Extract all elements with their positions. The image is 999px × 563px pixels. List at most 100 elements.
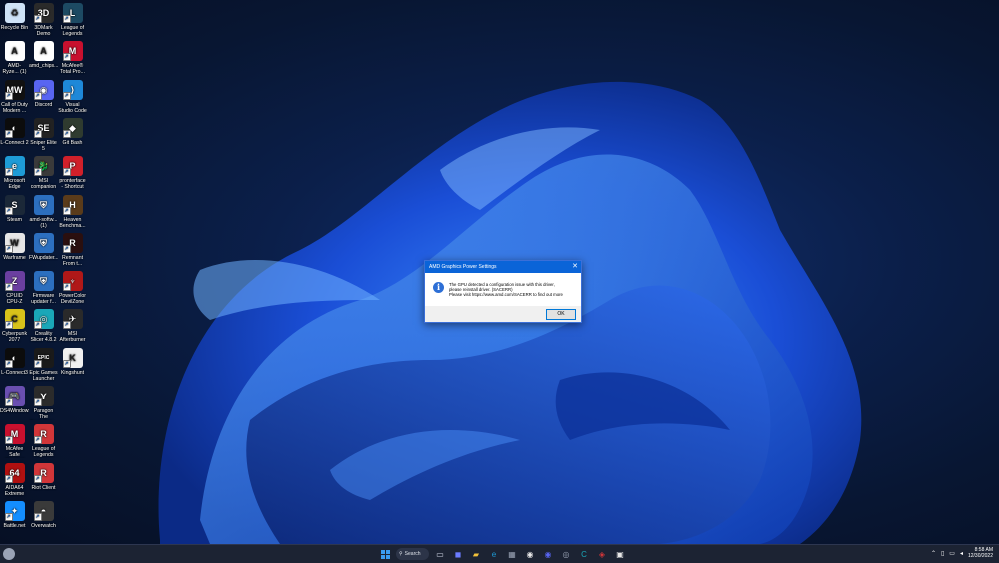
desktop-icon[interactable]: MW ↗ Call of Duty Modern ... <box>0 79 29 114</box>
weather-icon[interactable] <box>3 548 15 560</box>
desktop-icon-label: Riot Client <box>31 484 56 491</box>
desktop-icon[interactable]: ⟩ ↗ Visual Studio Code <box>58 79 87 114</box>
desktop-icon-label: Recycle Bin <box>0 25 29 31</box>
dialog-titlebar[interactable]: AMD Graphics Power Settings ✕ <box>425 261 581 273</box>
desktop-icon-label: L-Connect 2 <box>0 139 29 146</box>
shortcut-arrow-icon: ↗ <box>62 129 71 138</box>
shortcut-arrow-icon: ↗ <box>4 168 13 177</box>
desktop-icon-label: Heaven Benchma... <box>59 216 86 229</box>
mcafee-icon: M ↗ <box>4 424 25 445</box>
desktop-icon-label: pronterface - Shortcut <box>59 178 86 191</box>
search-label: Search <box>404 551 421 557</box>
message-line-3: Please visit https://www.amd.com/SACERR … <box>449 292 563 297</box>
remnant-icon: R ↗ <box>62 232 83 253</box>
desktop-icon[interactable]: Z ↗ CPUID CPU-Z <box>0 271 29 305</box>
desktop-icon[interactable]: ♆ ↗ PowerColor DevilZone <box>58 271 87 305</box>
desktop-icon-label: Paragon The Overprime... <box>33 408 54 420</box>
desktop-icon[interactable]: R ↗ League of Legends <box>29 424 58 458</box>
desktop-icon[interactable]: S ↗ Steam <box>0 194 29 223</box>
desktop-icon-label: Remnant From t... <box>61 254 84 267</box>
desktop-icon[interactable]: ⛨ FWupdater... <box>29 232 58 261</box>
windows-logo-icon <box>380 549 390 559</box>
system-tray: ⌃ ▯ ▭ ◂ 8:58 AM 12/30/2022 <box>931 547 993 559</box>
store-icon[interactable]: ▦ <box>505 547 519 561</box>
desktop-icon[interactable]: H ↗ Heaven Benchma... <box>58 194 87 229</box>
riot-icon: R ↗ <box>33 424 54 445</box>
file-explorer-icon[interactable]: ▰ <box>469 547 483 561</box>
ok-button[interactable]: OK <box>546 309 576 320</box>
aida64-icon: 64 ↗ <box>4 462 25 483</box>
desktop-icon[interactable]: e ↗ Microsoft Edge <box>0 156 29 190</box>
desktop-icon[interactable]: ◓ ↗ Overwatch <box>29 500 58 529</box>
start-button[interactable] <box>378 547 392 561</box>
desktop-icon[interactable]: R ↗ Riot Client <box>29 462 58 491</box>
desktop-icon[interactable]: R ↗ Remnant From t... <box>58 232 87 267</box>
vscode-icon: ⟩ ↗ <box>62 79 83 100</box>
shortcut-arrow-icon: ↗ <box>4 91 13 100</box>
desktop-icon-label: Warframe <box>3 254 26 261</box>
discord-icon[interactable]: ◉ <box>541 547 555 561</box>
desktop-icon[interactable]: P ↗ pronterface - Shortcut <box>58 156 87 190</box>
battery-icon[interactable]: ▯ <box>941 550 944 557</box>
clock[interactable]: 8:58 AM 12/30/2022 <box>968 547 993 559</box>
desktop-icon-label: Microsoft Edge <box>3 178 26 191</box>
shortcut-arrow-icon: ↗ <box>4 436 13 445</box>
heaven-icon: H ↗ <box>62 194 83 215</box>
desktop-icon[interactable]: L ↗ League of Legends <box>58 3 87 37</box>
desktop-icon[interactable]: ✈ ↗ MSI Afterburner <box>58 309 87 343</box>
desktop-icon[interactable]: A AMD-Ryze... (1) <box>0 41 29 75</box>
network-icon[interactable]: ▭ <box>949 550 955 557</box>
task-view-icon[interactable]: ▭ <box>433 547 447 561</box>
shortcut-arrow-icon: ↗ <box>62 359 71 368</box>
desktop-icon[interactable]: C ↗ Cyberpunk 2077 <box>0 309 29 343</box>
desktop-icon[interactable]: ◉ ↗ Discord <box>29 79 58 108</box>
desktop-icon[interactable]: ◎ ↗ Creality Slicer 4.8.2 <box>29 309 58 343</box>
chevron-up-icon[interactable]: ⌃ <box>931 550 936 557</box>
desktop-icon[interactable]: 🎮 ↗ DS4Windows <box>0 386 29 414</box>
outlook-icon[interactable]: ◎ <box>559 547 573 561</box>
desktop-icon-label: AIDA64 Extreme <box>4 484 25 497</box>
search-button[interactable]: ⚲ Search <box>396 548 429 560</box>
desktop-icon[interactable]: ◐ ↗ L-Connect 2 <box>0 117 29 146</box>
desktop-icon[interactable]: 3D ↗ 3DMark Demo <box>29 3 58 37</box>
desktop-icon[interactable]: ⛨ amd-softw... (1) <box>29 194 58 229</box>
sniper-elite-icon: SE ↗ <box>33 117 54 138</box>
amd-icon[interactable]: ◈ <box>595 547 609 561</box>
call-of-duty-icon: MW ↗ <box>4 79 25 100</box>
desktop-icon[interactable]: 🐉 ↗ MSI companion <box>29 156 58 190</box>
desktop-icon[interactable]: ⛨ Firmware updater f... <box>29 271 58 305</box>
desktop-icon[interactable]: Aamd_chips... <box>29 41 58 69</box>
desktop-icon[interactable]: ✦ ↗ Battle.net <box>0 500 29 529</box>
shortcut-arrow-icon: ↗ <box>62 53 71 62</box>
dialog-app-icon[interactable]: ▣ <box>613 547 627 561</box>
shortcut-arrow-icon: ↗ <box>33 474 42 483</box>
creality-icon: ◎ ↗ <box>33 309 54 330</box>
desktop-icon[interactable]: ⋎↗ Paragon The Overprime... <box>29 386 58 420</box>
desktop-icon-label: MSI Afterburner <box>59 331 86 344</box>
dialog-body: i The GPU detected a configuration issue… <box>425 273 581 306</box>
desktop-icon-label: 3DMark Demo <box>34 25 53 37</box>
shortcut-arrow-icon: ↗ <box>4 512 13 521</box>
desktop-icon[interactable]: K ↗ Kingshunt <box>58 347 87 376</box>
desktop-icon[interactable]: ♻ Recycle Bin <box>0 3 29 31</box>
desktop-icon[interactable]: M ↗ McAfee® Total Pro... <box>58 41 87 75</box>
edge-icon[interactable]: e <box>487 547 501 561</box>
desktop-icon-label: Overwatch <box>31 522 56 529</box>
desktop-icon-label: FWupdater... <box>29 254 58 261</box>
desktop-icon[interactable]: M↗McAfee Safe Connect <box>0 424 29 458</box>
creality-icon[interactable]: C <box>577 547 591 561</box>
close-icon[interactable]: ✕ <box>572 261 578 273</box>
desktop-icon[interactable]: ◆ ↗ Git Bash <box>58 117 87 146</box>
3dmark-icon: 3D ↗ <box>33 3 54 23</box>
desktop-icon[interactable]: W ↗ Warframe <box>0 232 29 261</box>
chat-icon[interactable]: ◼ <box>451 547 465 561</box>
mcafee-icon: M ↗ <box>62 41 83 62</box>
desktop-icon[interactable]: SE ↗ Sniper Elite 5 <box>29 117 58 152</box>
desktop-icon[interactable]: EPIC ↗ Epic Games Launcher <box>29 347 58 382</box>
volume-icon[interactable]: ◂ <box>960 550 963 557</box>
shortcut-arrow-icon: ↗ <box>62 283 71 292</box>
desktop-icon-label: Epic Games Launcher <box>29 369 58 382</box>
chrome-icon[interactable]: ◉ <box>523 547 537 561</box>
desktop-icon[interactable]: ◐ ↗ L-Connect3 <box>0 347 29 376</box>
desktop-icon[interactable]: 64 ↗ AIDA64 Extreme <box>0 462 29 497</box>
